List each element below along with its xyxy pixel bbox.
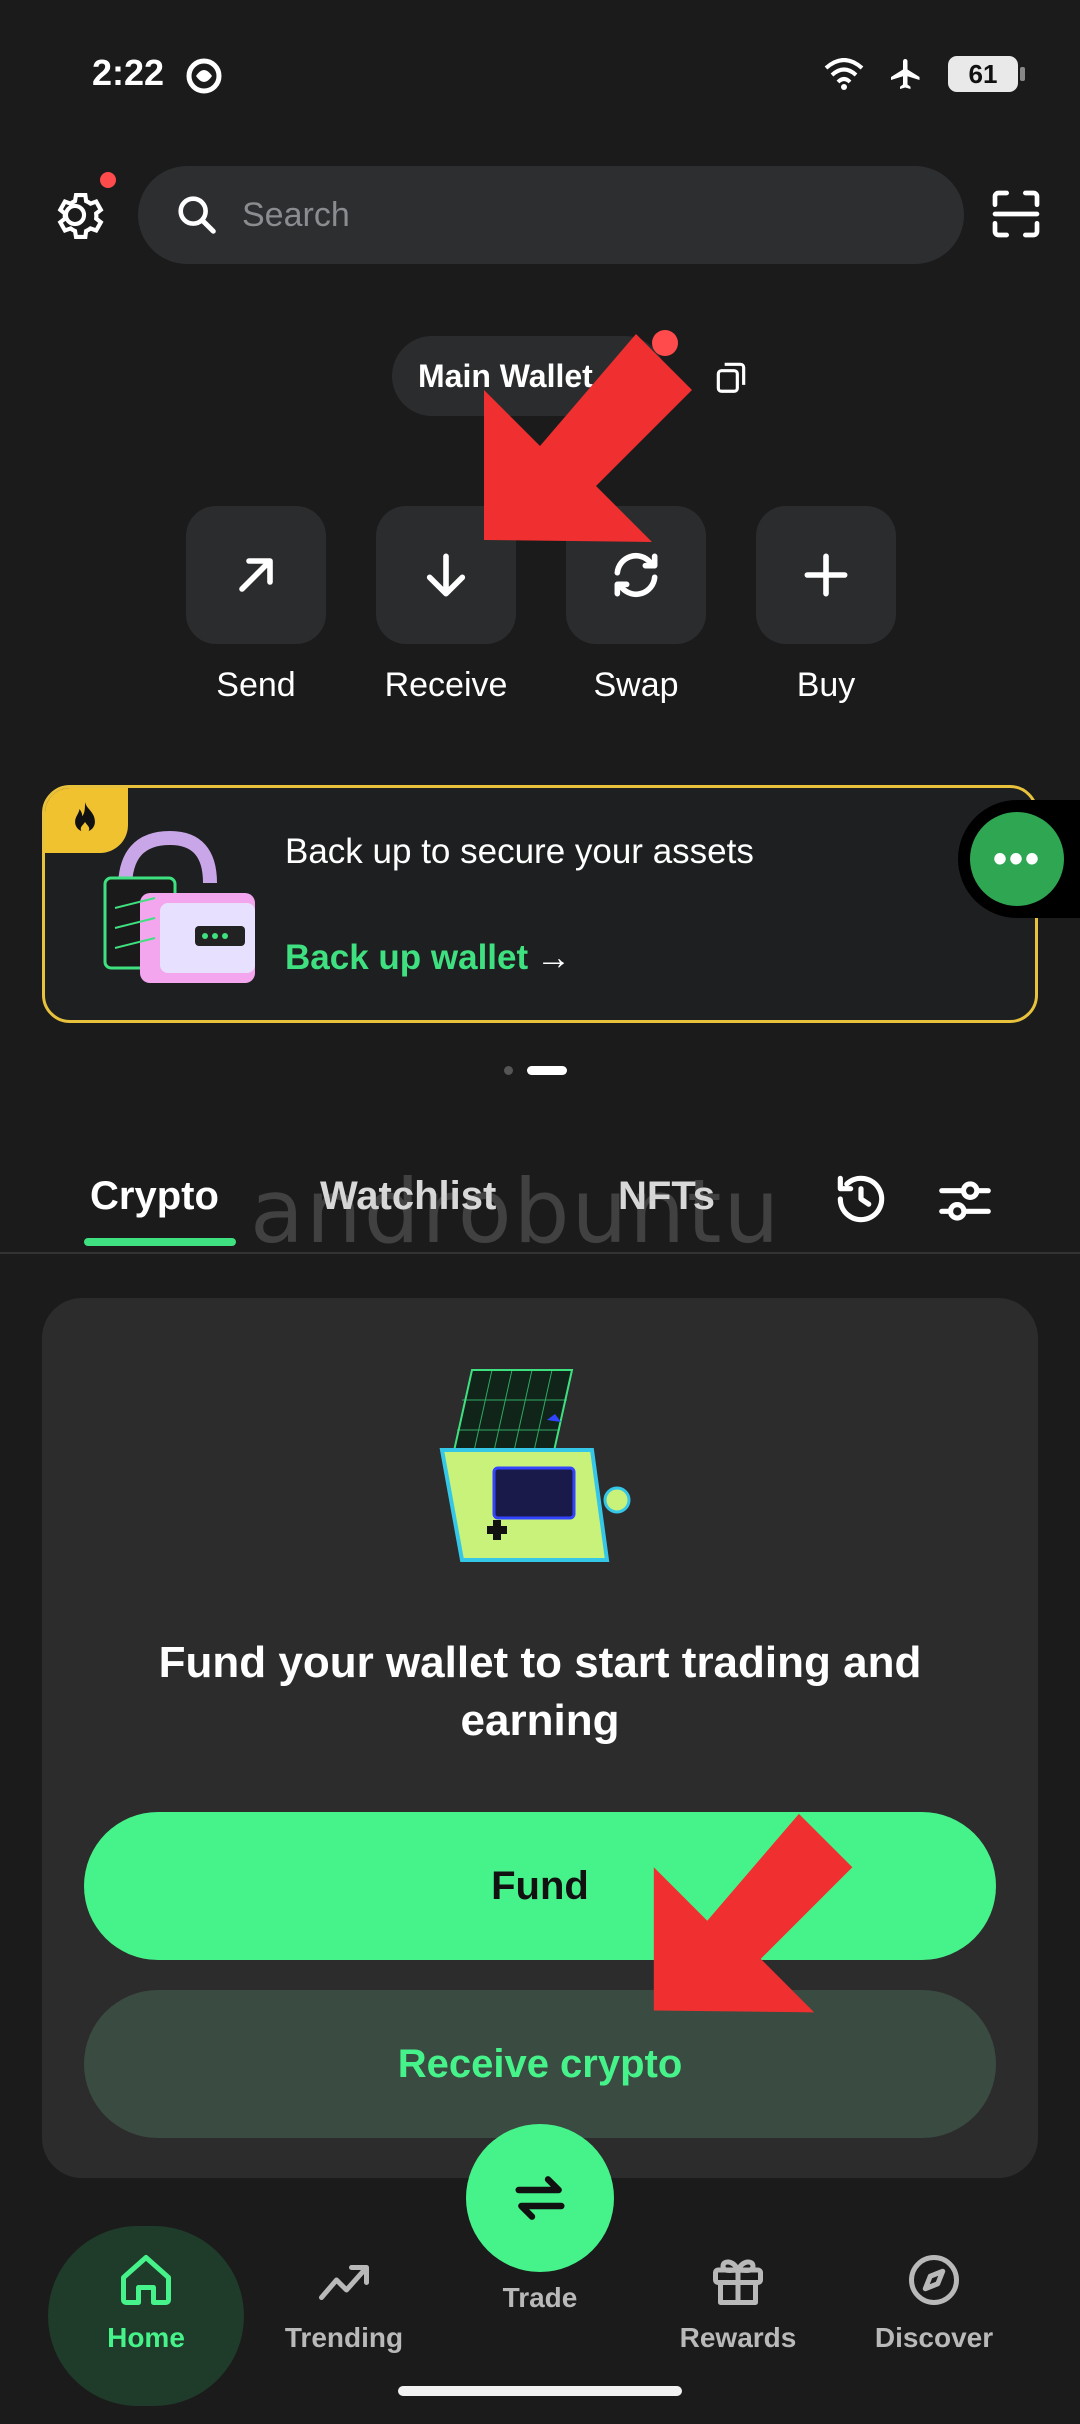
buy-button-tile[interactable] xyxy=(756,506,896,644)
scan-qr-icon[interactable] xyxy=(988,186,1044,242)
fund-wallet-card: Fund your wallet to start trading and ea… xyxy=(42,1298,1038,2178)
settings-alert-dot xyxy=(100,172,116,188)
nav-discover-label: Discover xyxy=(874,2322,994,2353)
send-button-tile[interactable] xyxy=(186,506,326,644)
copy-icon[interactable] xyxy=(712,358,750,396)
nav-home-label: Home xyxy=(107,2322,185,2353)
nav-trade-label: Trade xyxy=(502,2282,578,2313)
arrow-down-icon xyxy=(426,553,466,597)
banner-title: Back up to secure your assets xyxy=(285,832,754,871)
compass-icon xyxy=(909,2255,959,2305)
nav-trending-label: Trending xyxy=(284,2322,404,2353)
home-icon xyxy=(121,2255,171,2305)
airplane-mode-icon xyxy=(891,59,920,89)
tab-crypto[interactable]: Crypto xyxy=(90,1174,219,1219)
search-icon xyxy=(178,196,216,234)
nav-discover[interactable]: Discover xyxy=(836,2226,1032,2406)
wifi-icon xyxy=(824,58,864,90)
fund-card-title: Fund your wallet to start trading and ea… xyxy=(158,1638,922,1745)
receive-label: Receive xyxy=(384,666,508,704)
swap-label: Swap xyxy=(593,666,679,704)
gift-icon xyxy=(713,2259,763,2305)
carousel-indicator xyxy=(504,1066,567,1075)
backup-wallet-link-text: Back up wallet xyxy=(285,938,529,977)
backup-banner[interactable]: Back up to secure your assets Back up wa… xyxy=(42,785,1038,1023)
buy-label: Buy xyxy=(796,666,856,704)
backup-wallet-link[interactable]: Back up wallet → xyxy=(285,938,571,978)
trending-chart-icon xyxy=(319,2265,369,2300)
arrow-right-icon: → xyxy=(536,938,572,977)
gesture-home-indicator[interactable] xyxy=(398,2386,682,2396)
arrow-up-right-icon xyxy=(239,558,273,592)
carousel-dot-active xyxy=(527,1066,567,1075)
battery-indicator: 61 xyxy=(948,56,1025,92)
settings-gear-icon[interactable] xyxy=(44,184,106,246)
refresh-icon xyxy=(614,552,658,598)
app-notification-icon xyxy=(186,58,222,94)
search-input[interactable] xyxy=(242,195,842,235)
carousel-dot xyxy=(504,1066,513,1075)
nav-home[interactable]: Home xyxy=(48,2226,244,2406)
trade-button[interactable] xyxy=(466,2124,614,2272)
send-button[interactable]: Send xyxy=(186,506,326,705)
game-wallet-illustration xyxy=(439,1369,631,1562)
search-bar[interactable] xyxy=(138,166,964,264)
status-time: 2:22 xyxy=(92,52,165,93)
swap-arrows-icon xyxy=(515,2176,565,2220)
annotation-arrow-icon xyxy=(484,334,692,542)
annotation-arrow-icon xyxy=(653,1813,853,2013)
filter-sliders-icon[interactable] xyxy=(934,1170,996,1232)
watermark: androbuntu xyxy=(250,1160,782,1263)
nav-trending[interactable]: Trending xyxy=(246,2226,442,2406)
send-label: Send xyxy=(216,666,296,704)
buy-button[interactable]: Buy xyxy=(756,506,896,705)
history-icon[interactable] xyxy=(830,1168,892,1230)
nav-rewards[interactable]: Rewards xyxy=(640,2226,836,2406)
status-bar: 2:22 61 xyxy=(0,0,1080,150)
padlock-wallet-illustration xyxy=(103,830,255,983)
nav-rewards-label: Rewards xyxy=(679,2322,797,2353)
more-options-button[interactable]: ••• xyxy=(970,812,1064,906)
active-tab-indicator xyxy=(84,1238,236,1246)
plus-icon xyxy=(804,553,848,597)
